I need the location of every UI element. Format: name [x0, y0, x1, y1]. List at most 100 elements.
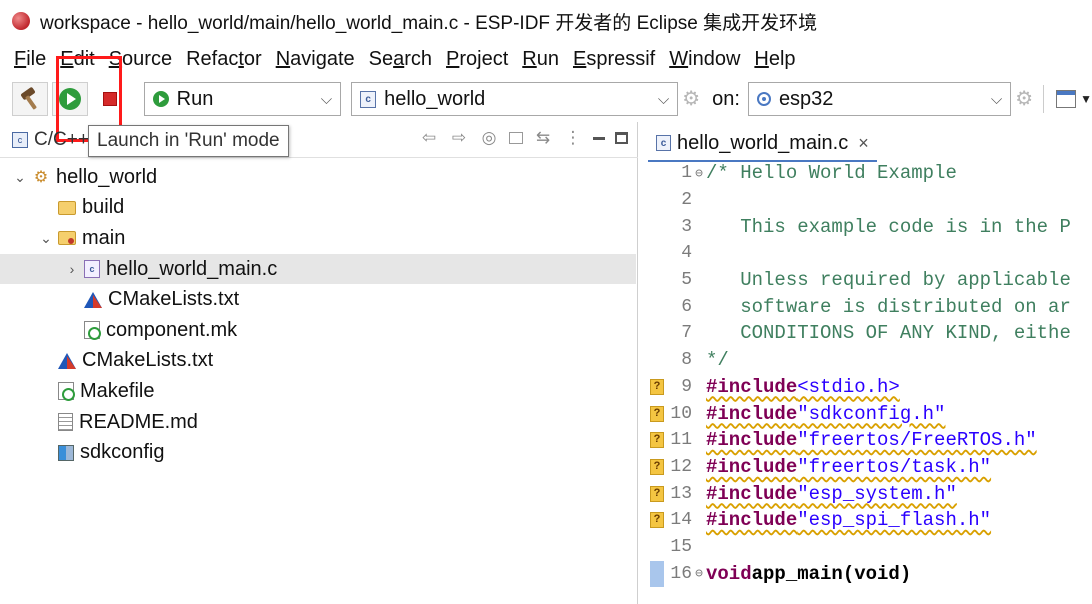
menu-navigate[interactable]: Navigate	[276, 48, 355, 71]
launch-config-gear-icon[interactable]: ⚙	[682, 89, 702, 109]
include-keyword: #include	[706, 482, 798, 505]
menu-file[interactable]: File	[14, 48, 46, 71]
project-icon: ⚙	[33, 169, 49, 187]
tree-item[interactable]: Makefile	[0, 376, 636, 407]
makefile-icon	[84, 321, 101, 341]
collapse-all-icon[interactable]	[509, 132, 523, 144]
line-number: 5	[681, 270, 692, 291]
warning-marker-icon[interactable]: ?	[650, 432, 664, 449]
launch-target-select[interactable]: esp32 ⌵	[747, 82, 1012, 116]
menu-refactor[interactable]: Refactor	[186, 48, 262, 71]
expand-chevron-icon[interactable]: ⌄	[38, 230, 54, 247]
function-signature: app_main(void)	[751, 562, 912, 585]
expand-chevron-icon[interactable]: ⌄	[12, 169, 28, 186]
tree-item-label: main	[82, 226, 126, 249]
tree-item[interactable]: ⌄ main	[0, 223, 636, 254]
line-number: 2	[681, 190, 692, 211]
source-folder-icon	[58, 231, 76, 246]
home-icon[interactable]: ◎	[479, 128, 499, 148]
menu-espressif[interactable]: Espressif	[573, 48, 655, 71]
code-line: 5 Unless required by applicable	[640, 267, 1092, 294]
launch-mode-select[interactable]: Run ⌵	[143, 82, 342, 116]
code-comment: /* Hello World Example	[706, 162, 957, 185]
tree-item[interactable]: sdkconfig	[0, 437, 636, 468]
menu-source[interactable]: Source	[109, 48, 172, 71]
tree-item[interactable]: ⌄ ⚙ hello_world	[0, 162, 636, 193]
launch-config-value: hello_world	[384, 87, 486, 110]
launch-target-gear-icon[interactable]: ⚙	[1015, 89, 1035, 109]
warning-marker-icon[interactable]: ?	[650, 485, 664, 502]
build-button[interactable]	[12, 82, 48, 116]
warning-marker-icon[interactable]: ?	[650, 405, 664, 422]
launch-run-button[interactable]	[51, 82, 88, 116]
include-target: "esp_system.h"	[797, 482, 957, 505]
menu-project[interactable]: Project	[446, 48, 508, 71]
line-number: 16	[670, 563, 692, 584]
code-line: 15	[640, 534, 1092, 561]
tree-item[interactable]: › c hello_world_main.c	[0, 253, 636, 285]
current-line-marker	[650, 560, 664, 587]
cmake-icon	[84, 291, 102, 308]
dropdown-arrow-icon[interactable]: ▼	[1080, 92, 1092, 106]
gutter-empty	[650, 325, 664, 341]
line-number: 11	[670, 430, 692, 451]
target-icon	[756, 92, 771, 106]
tree-item-label: component.mk	[106, 318, 238, 341]
tree-item[interactable]: build	[0, 193, 636, 224]
menu-run[interactable]: Run	[522, 48, 559, 71]
forward-arrow-icon[interactable]: ⇨	[449, 128, 469, 148]
menu-search[interactable]: Search	[369, 48, 432, 71]
view-title[interactable]: C/C++	[34, 129, 89, 151]
line-number: 15	[670, 536, 692, 557]
warning-marker-icon[interactable]: ?	[650, 512, 664, 529]
menu-edit[interactable]: Edit	[60, 48, 94, 71]
tree-item[interactable]: README.md	[0, 407, 636, 438]
run-icon	[58, 88, 81, 110]
launch-config-select[interactable]: c hello_world ⌵	[351, 82, 679, 116]
include-target: "freertos/FreeRTOS.h"	[797, 429, 1037, 452]
new-window-icon[interactable]	[1056, 90, 1077, 108]
toolbar: Run ⌵ c hello_world ⌵ ⚙ on: esp32 ⌵ ⚙ ▼	[0, 76, 1092, 122]
code-line: ? 10 #include "sdkconfig.h"	[640, 400, 1092, 427]
close-icon[interactable]: ×	[858, 133, 869, 154]
gutter-empty	[650, 245, 664, 261]
stop-button[interactable]	[92, 82, 128, 116]
fold-toggle-icon[interactable]: ⊖	[692, 566, 706, 581]
code-line: 6 software is distributed on ar	[640, 293, 1092, 320]
tree-item[interactable]: component.mk	[0, 315, 636, 346]
tree-item-label: hello_world	[56, 165, 158, 188]
tree-item[interactable]: CMakeLists.txt	[0, 284, 636, 315]
back-arrow-icon[interactable]: ⇦	[419, 128, 439, 148]
title-bar: workspace - hello_world/main/hello_world…	[0, 0, 1092, 42]
hammer-icon	[19, 88, 41, 110]
code-comment: This example code is in the P	[706, 215, 1071, 238]
launch-target-value: esp32	[778, 87, 834, 110]
code-line: 8 */	[640, 347, 1092, 374]
c-project-icon: c	[360, 90, 377, 108]
tree-item-label: CMakeLists.txt	[108, 288, 240, 311]
line-number: 12	[670, 456, 692, 477]
run-mode-icon	[152, 91, 169, 107]
code-line: 3 This example code is in the P	[640, 213, 1092, 240]
folder-icon	[58, 200, 76, 215]
line-number: 4	[681, 243, 692, 264]
maximize-icon[interactable]	[615, 132, 628, 144]
tree-item-label: hello_world_main.c	[106, 257, 278, 280]
warning-marker-icon[interactable]: ?	[650, 458, 664, 475]
code-view[interactable]: 1 ⊖/* Hello World Example 2 3 This example …	[640, 160, 1092, 587]
link-editor-icon[interactable]: ⇆	[533, 128, 553, 148]
minimize-icon[interactable]	[593, 136, 605, 140]
gutter-empty	[650, 539, 664, 555]
menu-help[interactable]: Help	[754, 48, 795, 71]
editor-tab[interactable]: c hello_world_main.c ×	[648, 126, 877, 162]
menu-window[interactable]: Window	[669, 48, 740, 71]
code-line: 1 ⊖/* Hello World Example	[640, 160, 1092, 187]
include-keyword: #include	[706, 455, 798, 478]
tree-item[interactable]: CMakeLists.txt	[0, 346, 636, 377]
code-line: ? 12 #include "freertos/task.h"	[640, 454, 1092, 481]
warning-marker-icon[interactable]: ?	[650, 378, 664, 395]
collapse-chevron-icon[interactable]: ›	[64, 261, 80, 277]
tree-item-label: sdkconfig	[80, 441, 165, 464]
fold-toggle-icon[interactable]: ⊖	[692, 166, 706, 181]
view-menu-icon[interactable]: ⋮	[563, 128, 583, 148]
